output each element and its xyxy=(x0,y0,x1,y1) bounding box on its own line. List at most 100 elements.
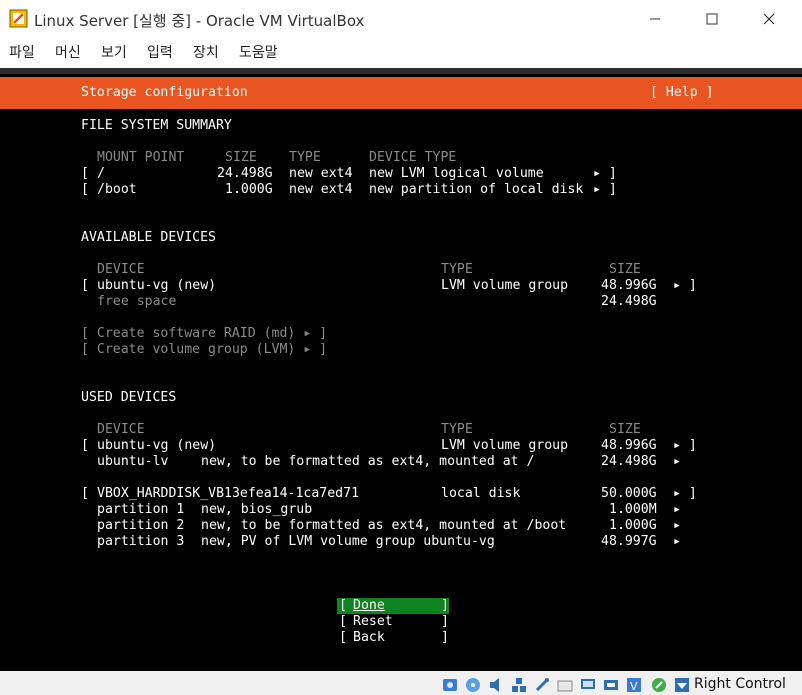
bracket-open: [ xyxy=(339,630,347,645)
optical-drive-icon[interactable] xyxy=(465,677,481,693)
reset-label: Reset xyxy=(353,614,393,629)
device-name: ubuntu-lv xyxy=(97,454,169,469)
create-raid-button[interactable]: [ Create software RAID (md) ▸ ] xyxy=(81,326,327,342)
used-header-size: SIZE xyxy=(609,422,641,437)
done-label: Done xyxy=(353,598,385,613)
vm-display[interactable]: Storage configuration [ Help ] FILE SYST… xyxy=(0,68,802,671)
video-capture-icon[interactable] xyxy=(603,677,619,693)
keyboard-capture-icon[interactable] xyxy=(674,677,690,693)
network-icon[interactable] xyxy=(511,677,527,693)
device-type: local disk xyxy=(441,486,521,501)
help-button[interactable]: [ Help ] xyxy=(650,85,714,101)
back-button[interactable]: [ Back ] xyxy=(337,630,449,646)
display-icon[interactable] xyxy=(580,677,596,693)
device-size: 48.997G xyxy=(601,534,657,549)
device-name: ubuntu-vg (new) xyxy=(97,438,217,453)
reset-button[interactable]: [ Reset ] xyxy=(337,614,449,630)
minimize-icon xyxy=(650,18,660,20)
virtualbox-icon xyxy=(9,9,28,28)
window-title: Linux Server [실행 중] - Oracle VM VirtualB… xyxy=(34,12,365,30)
menu-input[interactable]: 입력 xyxy=(147,42,173,62)
fs-device-type: new partition of local disk xyxy=(369,182,584,197)
fs-header-size: SIZE xyxy=(225,150,257,165)
svg-text:V: V xyxy=(630,680,638,693)
minimize-button[interactable] xyxy=(632,0,678,38)
device-size: 1.000G xyxy=(609,518,657,533)
fs-mount: / xyxy=(97,166,105,181)
fs-summary-heading: FILE SYSTEM SUMMARY xyxy=(81,118,232,133)
bracket-open: [ xyxy=(81,182,89,197)
device-type: new, PV of LVM volume group ubuntu-vg xyxy=(201,534,495,549)
usb-icon[interactable] xyxy=(534,677,550,693)
page-title: Storage configuration xyxy=(81,85,248,100)
audio-icon[interactable] xyxy=(488,677,504,693)
row-arrow-icon: ▸ xyxy=(673,502,681,517)
close-button[interactable] xyxy=(746,0,792,38)
done-button[interactable]: [ Done ] xyxy=(337,598,449,614)
avail-header-device: DEVICE xyxy=(97,262,145,277)
used-header-type: TYPE xyxy=(441,422,473,437)
row-arrow-icon: ▸ ] xyxy=(673,438,697,453)
bracket-close: ] xyxy=(441,630,449,645)
close-icon xyxy=(763,13,775,25)
menu-help[interactable]: 도움말 xyxy=(239,42,278,62)
device-name: partition 2 xyxy=(97,518,185,533)
fs-device-type: new LVM logical volume xyxy=(369,166,544,181)
device-type: new, to be formatted as ext4, mounted at… xyxy=(201,454,535,469)
maximize-icon xyxy=(706,13,718,25)
status-bar: V Right Control xyxy=(0,671,802,695)
shared-folder-icon[interactable] xyxy=(557,677,573,693)
avail-header-type: TYPE xyxy=(441,262,473,277)
device-name: partition 3 xyxy=(97,534,185,549)
mouse-integration-icon[interactable] xyxy=(651,677,667,693)
maximize-button[interactable] xyxy=(689,0,735,38)
device-type: LVM volume group xyxy=(441,438,569,453)
device-name: VBOX_HARDDISK_VB13efea14-1ca7ed71 xyxy=(97,486,360,501)
fs-header-type: TYPE xyxy=(289,150,321,165)
row-arrow-icon: ▸ xyxy=(673,454,681,469)
device-type: LVM volume group xyxy=(441,278,569,293)
row-arrow-icon: ▸ ] xyxy=(673,486,697,501)
menu-file[interactable]: 파일 xyxy=(9,42,35,62)
device-size: 50.000G xyxy=(601,486,657,501)
menu-devices[interactable]: 장치 xyxy=(193,42,219,62)
menu-machine[interactable]: 머신 xyxy=(55,42,81,62)
create-volume-group-button[interactable]: [ Create volume group (LVM) ▸ ] xyxy=(81,342,327,358)
virtualization-icon[interactable]: V xyxy=(626,677,642,693)
menu-view[interactable]: 보기 xyxy=(101,42,127,62)
host-key-label: Right Control xyxy=(694,676,786,692)
vm-top-band xyxy=(0,68,802,74)
bracket-open: [ xyxy=(81,486,89,501)
hard-disk-icon[interactable] xyxy=(442,677,458,693)
device-name: ubuntu-vg (new) xyxy=(97,278,217,293)
avail-header-size: SIZE xyxy=(609,262,641,277)
fs-mount: /boot xyxy=(97,182,137,197)
available-heading: AVAILABLE DEVICES xyxy=(81,230,216,245)
device-size: 48.996G xyxy=(601,278,657,293)
bracket-open: [ xyxy=(81,166,89,181)
device-name: partition 1 xyxy=(97,502,185,517)
device-size: 24.498G xyxy=(601,454,657,469)
fs-size: 24.498G xyxy=(217,166,273,181)
fs-size: 1.000G xyxy=(225,182,273,197)
device-size: 48.996G xyxy=(601,438,657,453)
row-arrow-icon: ▸ xyxy=(673,518,681,533)
device-size: 1.000M xyxy=(609,502,657,517)
used-header-device: DEVICE xyxy=(97,422,145,437)
row-arrow-icon: ▸ ] xyxy=(673,278,697,293)
used-heading: USED DEVICES xyxy=(81,390,177,405)
free-space-label: free space xyxy=(97,294,177,309)
row-arrow-icon: ▸ ] xyxy=(593,166,617,181)
bracket-close: ] xyxy=(441,598,449,613)
menu-bar: 파일 머신 보기 입력 장치 도움말 xyxy=(0,38,802,66)
window-titlebar[interactable]: Linux Server [실행 중] - Oracle VM VirtualB… xyxy=(0,0,802,38)
bracket-open: [ xyxy=(339,598,347,613)
bracket-open: [ xyxy=(81,278,89,293)
device-type: new, bios_grub xyxy=(201,502,313,517)
bracket-open: [ xyxy=(339,614,347,629)
bracket-close: ] xyxy=(441,614,449,629)
bracket-open: [ xyxy=(81,438,89,453)
fs-type: new ext4 xyxy=(289,182,353,197)
fs-header-mount: MOUNT POINT xyxy=(97,150,185,165)
row-arrow-icon: ▸ xyxy=(673,534,681,549)
